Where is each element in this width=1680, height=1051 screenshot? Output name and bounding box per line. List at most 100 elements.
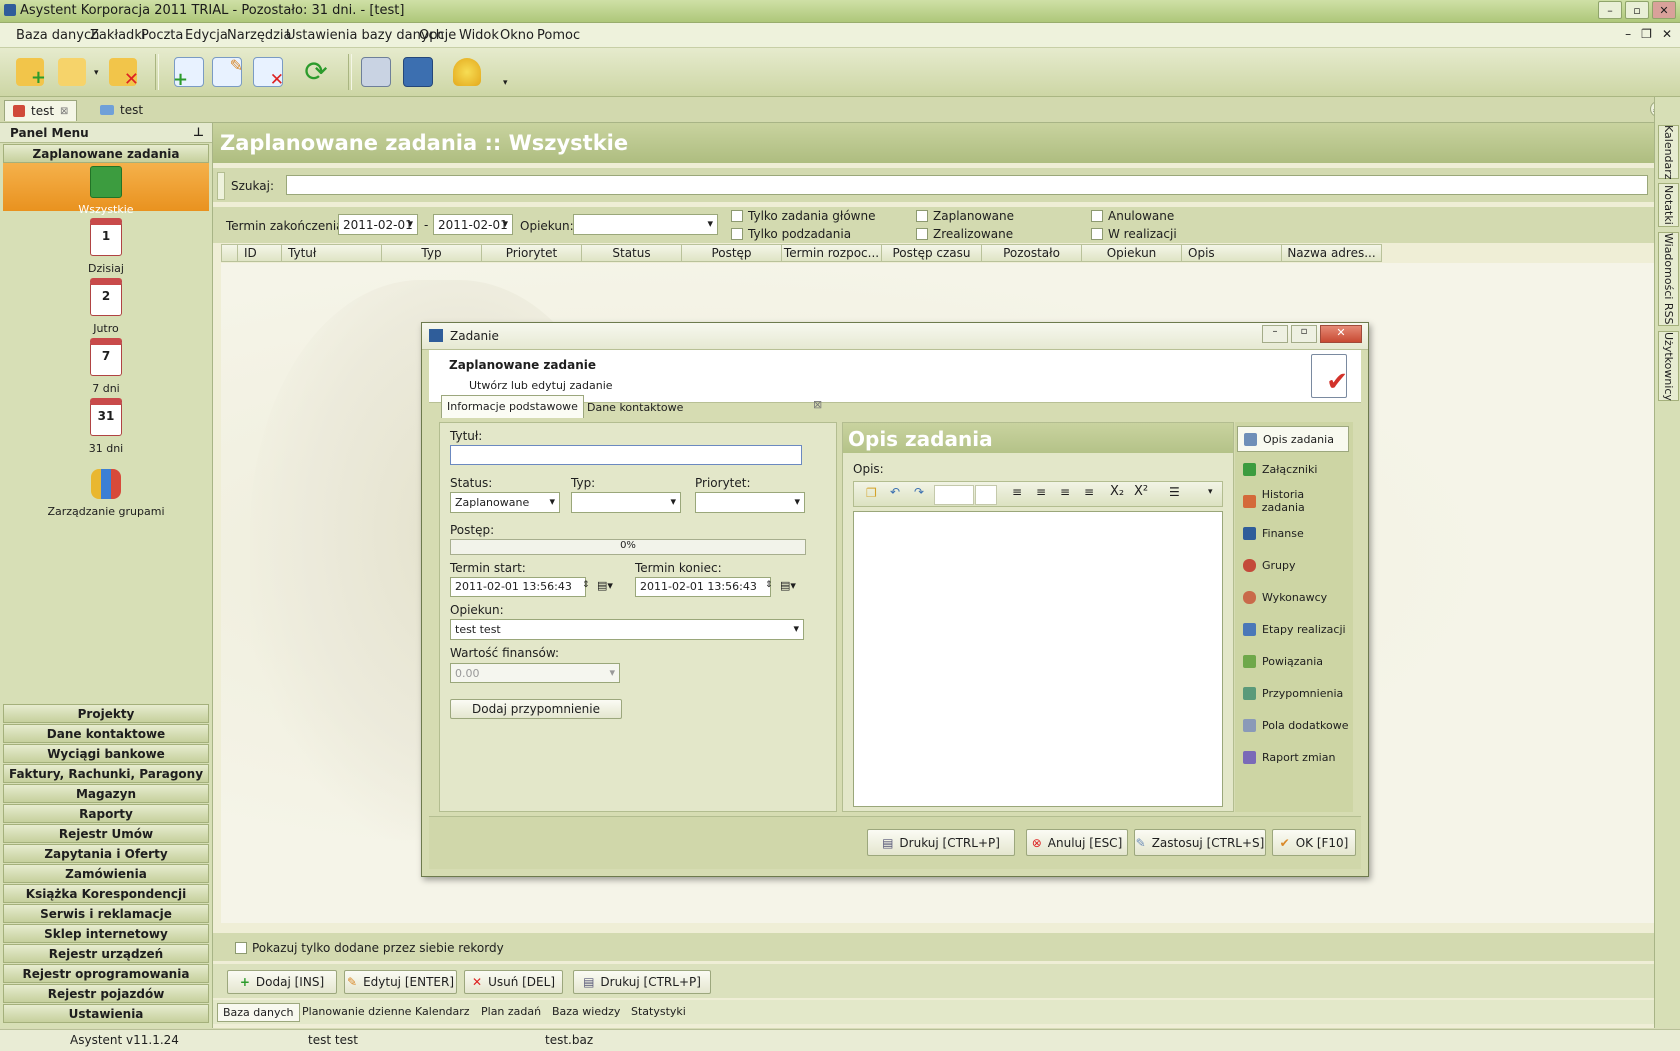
panel-cat-wyciagi[interactable]: Wyciągi bankowe [3, 744, 209, 763]
type-select[interactable] [571, 492, 681, 513]
calendar-dropdown-icon[interactable]: ▤▾ [597, 579, 613, 592]
menu-narzedzia[interactable]: Narzędzia [227, 28, 292, 43]
rail-tab-calendar[interactable]: Kalendarz [1658, 125, 1679, 179]
description-editor[interactable] [853, 511, 1223, 807]
panel-item-31-days[interactable]: 31 31 dni [3, 398, 209, 455]
panel-cat-dane-kontaktowe[interactable]: Dane kontaktowe [3, 724, 209, 743]
rail-tab-rss[interactable]: Wiadomości RSS [1658, 232, 1679, 326]
dialog-close-button[interactable]: ✕ [1320, 325, 1362, 343]
nav-finanse[interactable]: Finanse [1237, 520, 1349, 546]
tab-contact-data[interactable]: Dane kontaktowe [582, 398, 688, 418]
reminders-button[interactable] [447, 54, 487, 90]
dialog-ok-button[interactable]: ✔ OK [F10] [1272, 829, 1356, 856]
dialog-apply-button[interactable]: ✎ Zastosuj [CTRL+S] [1134, 829, 1266, 856]
tab-basic-info[interactable]: Informacje podstawowe [441, 395, 584, 418]
delete-button[interactable]: ✕ Usuń [DEL] [464, 970, 563, 994]
panel-cat-urzadzenia[interactable]: Rejestr urządzeń [3, 944, 209, 963]
nav-zalaczniki[interactable]: Załączniki [1237, 456, 1349, 482]
panel-cat-projekty[interactable]: Projekty [3, 704, 209, 723]
finance-input[interactable]: 0.00 [450, 663, 620, 683]
mdi-minimize-icon[interactable]: – [1625, 27, 1631, 41]
delete-record-button[interactable]: ✕ [248, 54, 288, 90]
toolbar-overflow-icon[interactable]: ▾ [1208, 487, 1213, 497]
menu-poczta[interactable]: Poczta [141, 28, 183, 43]
panel-cat-ksiazka[interactable]: Książka Korespondencji [3, 884, 209, 903]
tab-close-icon[interactable]: ⊠ [813, 398, 822, 411]
tab-baza-danych[interactable]: Baza danych [217, 1003, 300, 1022]
col-progress[interactable]: Postęp [682, 244, 782, 262]
guardian-filter-select[interactable] [573, 214, 718, 235]
nav-historia[interactable]: Historia zadania [1237, 488, 1349, 514]
undo-icon[interactable]: ↶ [890, 485, 900, 499]
mdi-close-icon[interactable]: ✕ [1662, 27, 1672, 41]
col-start-date[interactable]: Termin rozpoc... [782, 244, 882, 262]
panel-cat-zapytania[interactable]: Zapytania i Oferty [3, 844, 209, 863]
guardian-select[interactable]: test test [450, 619, 804, 640]
pin-icon[interactable]: ⊥ [193, 125, 204, 139]
nav-opis-zadania[interactable]: Opis zadania [1237, 426, 1349, 452]
add-button[interactable]: + Dodaj [INS] [227, 970, 337, 994]
rail-tab-notes[interactable]: Notatki [1658, 183, 1679, 227]
refresh-button[interactable]: ⟳ [296, 54, 336, 90]
check-in-progress[interactable]: W realizacji [1091, 227, 1177, 241]
dialog-minimize-button[interactable]: – [1262, 325, 1288, 343]
redo-icon[interactable]: ↷ [914, 485, 924, 499]
color-picker[interactable] [975, 485, 997, 505]
close-database-button[interactable]: ✕ [103, 54, 143, 90]
panel-cat-raporty[interactable]: Raporty [3, 804, 209, 823]
progress-bar[interactable]: 0% [450, 539, 806, 555]
col-remaining[interactable]: Pozostało [982, 244, 1082, 262]
print-button[interactable] [356, 54, 396, 90]
superscript-icon[interactable]: X² [1134, 484, 1148, 499]
panel-cat-rejestr-umow[interactable]: Rejestr Umów [3, 824, 209, 843]
tab-planowanie-dzienne[interactable]: Planowanie dzienne [297, 1003, 416, 1020]
check-completed[interactable]: Zrealizowane [916, 227, 1013, 241]
doc-tab-second[interactable]: test [92, 100, 151, 120]
panel-cat-oprogramowanie[interactable]: Rejestr oprogramowania [3, 964, 209, 983]
add-reminder-button[interactable]: Dodaj przypomnienie [450, 699, 622, 719]
search-input[interactable] [286, 175, 1648, 195]
panel-item-today[interactable]: 1 Dzisiaj [3, 218, 209, 275]
open-database-button[interactable] [52, 54, 92, 90]
nav-pola-dodatkowe[interactable]: Pola dodatkowe [1237, 712, 1349, 738]
close-button[interactable]: ✕ [1652, 1, 1676, 19]
check-cancelled[interactable]: Anulowane [1091, 209, 1174, 223]
align-left-icon[interactable]: ≡ [1012, 485, 1022, 499]
col-description[interactable]: Opis [1182, 244, 1282, 262]
dialog-print-button[interactable]: ▤ Drukuj [CTRL+P] [867, 829, 1015, 856]
menu-zakladki[interactable]: Zakładki [90, 28, 145, 43]
panel-cat-pojazdy[interactable]: Rejestr pojazdów [3, 984, 209, 1003]
calculator-button[interactable] [398, 54, 438, 90]
print-list-button[interactable]: ▤ Drukuj [CTRL+P] [573, 970, 711, 994]
panel-item-tomorrow[interactable]: 2 Jutro [3, 278, 209, 335]
check-subtasks[interactable]: Tylko podzadania [731, 227, 851, 241]
check-own-records[interactable]: Pokazuj tylko dodane przez siebie rekord… [235, 941, 504, 955]
nav-przypomnienia[interactable]: Przypomnienia [1237, 680, 1349, 706]
dialog-cancel-button[interactable]: ⊗ Anuluj [ESC] [1026, 829, 1128, 856]
align-center-icon[interactable]: ≡ [1036, 485, 1046, 499]
tab-close-icon[interactable]: ⊠ [60, 106, 68, 117]
date-to-picker[interactable]: 2011-02-01 [433, 214, 513, 235]
panel-item-group-management[interactable]: Zarządzanie grupami [3, 469, 209, 518]
minimize-button[interactable]: – [1598, 1, 1622, 19]
add-record-button[interactable]: + [169, 54, 209, 90]
title-input[interactable] [450, 445, 802, 465]
nav-powiazania[interactable]: Powiązania [1237, 648, 1349, 674]
col-guardian[interactable]: Opiekun [1082, 244, 1182, 262]
date-from-picker[interactable]: 2011-02-01 [338, 214, 418, 235]
col-type[interactable]: Typ [382, 244, 482, 262]
panel-cat-magazyn[interactable]: Magazyn [3, 784, 209, 803]
col-title[interactable]: Tytuł [282, 244, 382, 262]
mdi-restore-icon[interactable]: ❐ [1641, 27, 1652, 41]
end-datetime[interactable]: 2011-02-01 13:56:43 [635, 577, 771, 597]
panel-section-header[interactable]: Zaplanowane zadania [3, 144, 209, 163]
menu-baza-danych[interactable]: Baza danych [16, 28, 99, 43]
col-time-progress[interactable]: Postęp czasu [882, 244, 982, 262]
open-icon[interactable]: ❐ [866, 486, 877, 500]
maximize-button[interactable]: ▫ [1625, 1, 1649, 19]
dialog-maximize-button[interactable]: ▫ [1291, 325, 1317, 343]
menu-widok[interactable]: Widok [459, 28, 499, 43]
nav-grupy[interactable]: Grupy [1237, 552, 1349, 578]
toolbar-overflow-icon[interactable]: ▾ [503, 78, 508, 88]
check-planned[interactable]: Zaplanowane [916, 209, 1014, 223]
